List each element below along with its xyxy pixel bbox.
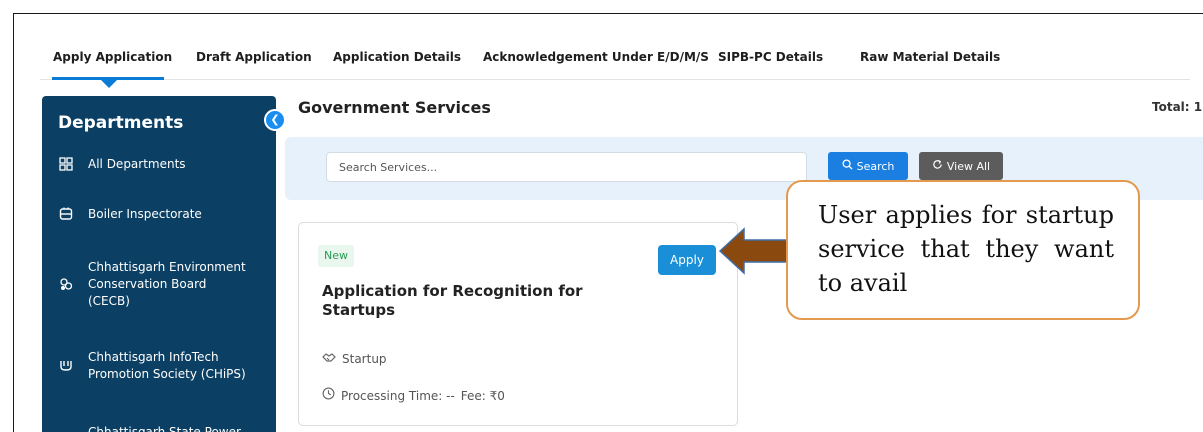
sidebar-item-cecb[interactable]: Chhattisgarh Environment Conservation Bo…	[58, 259, 268, 310]
infotech-icon	[58, 358, 74, 374]
sidebar-item-all-departments[interactable]: All Departments	[58, 156, 268, 173]
sidebar-item-boiler-inspectorate[interactable]: Boiler Inspectorate	[58, 206, 268, 223]
search-button-label: Search	[856, 159, 895, 173]
tab-apply-application[interactable]: Apply Application	[53, 50, 172, 64]
service-category-label: Startup	[342, 352, 387, 366]
power-icon	[58, 425, 74, 432]
sidebar-item-power[interactable]: Chhattisgarh State Power	[58, 424, 268, 432]
departments-sidebar: Departments All Departments Boiler Inspe…	[42, 96, 276, 432]
annotation-callout: User applies for startup service that th…	[786, 180, 1140, 320]
tab-acknowledgement[interactable]: Acknowledgement Under E/D/M/S	[483, 50, 709, 64]
sidebar-item-label: Chhattisgarh State Power	[88, 425, 241, 432]
arrow-left-icon	[718, 227, 793, 275]
sidebar-title: Departments	[58, 113, 184, 133]
sidebar-item-label: All Departments	[88, 157, 186, 171]
service-meta: Processing Time: -- Fee: ₹0	[322, 387, 505, 404]
boiler-icon	[58, 207, 74, 223]
sidebar-item-label: Boiler Inspectorate	[88, 207, 202, 221]
tab-raw-material-details[interactable]: Raw Material Details	[860, 50, 1000, 64]
clock-icon	[322, 387, 335, 404]
active-tab-caret	[101, 80, 117, 88]
fee: Fee: ₹0	[460, 388, 505, 403]
handshake-icon	[322, 350, 336, 368]
page-title: Government Services	[298, 98, 491, 117]
total-count: Total: 1	[1152, 100, 1203, 114]
refresh-icon	[932, 159, 943, 173]
search-button[interactable]: Search	[828, 152, 908, 180]
sidebar-item-label: Chhattisgarh InfoTech Promotion Society …	[88, 350, 246, 381]
service-title: Application for Recognition for Startups	[322, 282, 583, 319]
processing-time: Processing Time: --	[341, 388, 455, 403]
tab-draft-application[interactable]: Draft Application	[196, 50, 312, 64]
sidebar-item-chips[interactable]: Chhattisgarh InfoTech Promotion Society …	[58, 349, 268, 383]
search-input[interactable]	[326, 152, 807, 182]
service-category: Startup	[322, 350, 387, 368]
view-all-button-label: View All	[946, 159, 991, 173]
apply-button[interactable]: Apply	[658, 245, 716, 275]
tab-application-details[interactable]: Application Details	[333, 50, 461, 64]
search-icon	[842, 159, 853, 173]
environment-icon	[58, 277, 74, 293]
view-all-button[interactable]: View All	[919, 152, 1003, 180]
tab-sipb-pc-details[interactable]: SIPB-PC Details	[718, 50, 823, 64]
chevron-left-icon[interactable]: ❮	[264, 109, 286, 131]
tab-bar: Apply Application Draft Application Appl…	[40, 50, 1190, 80]
new-badge: New	[318, 245, 354, 267]
grid-icon	[58, 157, 74, 173]
sidebar-item-label: Chhattisgarh Environment Conservation Bo…	[88, 260, 246, 308]
